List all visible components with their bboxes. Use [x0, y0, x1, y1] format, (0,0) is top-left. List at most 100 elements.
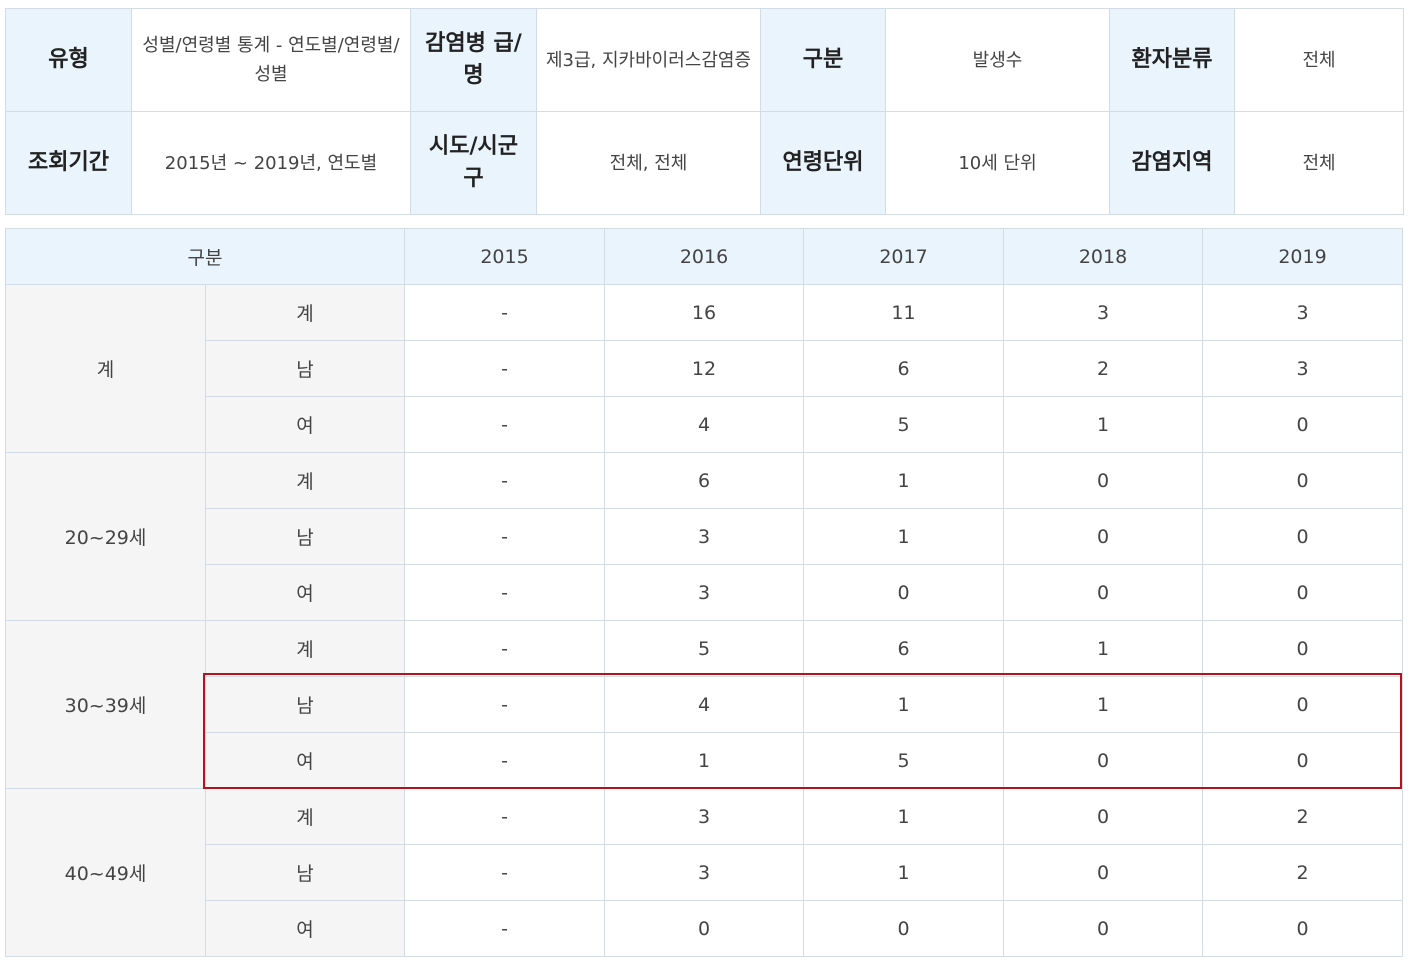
value-cell: 1 [803, 508, 1004, 565]
disease-value: 제3급, 지카바이러스감염증 [536, 8, 761, 112]
sex-cell: 남 [205, 508, 405, 565]
table-row: 남-3102 [6, 844, 1403, 901]
value-cell: - [404, 620, 605, 677]
sex-cell: 계 [205, 284, 405, 341]
age-group-cell: 계 [5, 284, 206, 453]
search-conditions-table: 유형 성별/연령별 통계 - 연도별/연령별/성별 감염병 급/명 제3급, 지… [5, 8, 1404, 215]
column-header-year: 2015 [404, 228, 605, 285]
value-cell: 0 [1202, 900, 1403, 957]
value-cell: 0 [1202, 676, 1403, 733]
table-row: 남-4110 [6, 676, 1403, 733]
value-cell: 1 [803, 844, 1004, 901]
value-cell: 0 [604, 900, 804, 957]
age-group-cell: 40~49세 [5, 788, 206, 957]
value-cell: - [404, 788, 605, 845]
value-cell: - [404, 284, 605, 341]
value-cell: 2 [1202, 788, 1403, 845]
value-cell: 1 [803, 788, 1004, 845]
period-label: 조회기간 [5, 111, 132, 215]
value-cell: 1 [604, 732, 804, 789]
value-cell: 0 [1003, 788, 1203, 845]
age-unit-label: 연령단위 [760, 111, 886, 215]
value-cell: 6 [604, 452, 804, 509]
value-cell: 2 [1003, 340, 1203, 397]
value-cell: 0 [1003, 844, 1203, 901]
sex-cell: 남 [205, 340, 405, 397]
sex-cell: 남 [205, 844, 405, 901]
category-value: 발생수 [885, 8, 1110, 112]
value-cell: 0 [1202, 452, 1403, 509]
value-cell: 3 [604, 508, 804, 565]
conditions-row-2: 조회기간 2015년 ~ 2019년, 연도별 시도/시군구 전체, 전체 연령… [5, 111, 1404, 215]
value-cell: 3 [604, 788, 804, 845]
value-cell: - [404, 452, 605, 509]
sex-cell: 여 [205, 564, 405, 621]
value-cell: 0 [1202, 396, 1403, 453]
period-value: 2015년 ~ 2019년, 연도별 [131, 111, 411, 215]
column-header-year: 2016 [604, 228, 804, 285]
region-value: 전체, 전체 [536, 111, 761, 215]
table-row: 남-3100 [6, 508, 1403, 565]
column-header-category: 구분 [5, 228, 405, 285]
infection-region-label: 감염지역 [1109, 111, 1235, 215]
value-cell: 1 [1003, 676, 1203, 733]
sex-cell: 계 [205, 452, 405, 509]
value-cell: - [404, 396, 605, 453]
value-cell: 0 [1003, 900, 1203, 957]
value-cell: 12 [604, 340, 804, 397]
value-cell: 4 [604, 396, 804, 453]
value-cell: 11 [803, 284, 1004, 341]
value-cell: 5 [803, 732, 1004, 789]
value-cell: 0 [1202, 620, 1403, 677]
value-cell: 0 [803, 900, 1004, 957]
value-cell: 0 [1202, 508, 1403, 565]
region-label: 시도/시군구 [410, 111, 537, 215]
conditions-row-1: 유형 성별/연령별 통계 - 연도별/연령별/성별 감염병 급/명 제3급, 지… [5, 8, 1404, 112]
column-header-year: 2019 [1202, 228, 1403, 285]
infection-region-value: 전체 [1234, 111, 1404, 215]
column-header-year: 2018 [1003, 228, 1203, 285]
value-cell: 0 [1003, 508, 1203, 565]
value-cell: 6 [803, 340, 1004, 397]
patient-class-label: 환자분류 [1109, 8, 1235, 112]
value-cell: 0 [1202, 564, 1403, 621]
sex-cell: 여 [205, 732, 405, 789]
column-header-year: 2017 [803, 228, 1004, 285]
value-cell: 1 [1003, 620, 1203, 677]
age-group-cell: 30~39세 [5, 620, 206, 789]
value-cell: 0 [803, 564, 1004, 621]
table-row: 여-4510 [6, 396, 1403, 453]
value-cell: 3 [1202, 340, 1403, 397]
value-cell: - [404, 900, 605, 957]
value-cell: 3 [1003, 284, 1203, 341]
value-cell: 0 [1003, 452, 1203, 509]
sex-cell: 계 [205, 788, 405, 845]
table-row: 남 -12 6 2 3 [6, 340, 1403, 397]
statistics-table: 구분 2015 2016 2017 2018 2019 계 계 -16 11 3 3 남 -1… [5, 228, 1403, 957]
value-cell: - [404, 564, 605, 621]
disease-label: 감염병 급/명 [410, 8, 537, 112]
sex-cell: 남 [205, 676, 405, 733]
age-group-cell: 20~29세 [5, 452, 206, 621]
type-label: 유형 [5, 8, 132, 112]
value-cell: 3 [1202, 284, 1403, 341]
table-row: 30~39세 계 -5 6 1 0 [5, 620, 1403, 789]
sex-cell: 계 [205, 620, 405, 677]
value-cell: - [404, 340, 605, 397]
table-row: 여-0000 [6, 900, 1403, 957]
value-cell: 3 [604, 564, 804, 621]
table-row: 여-1500 [6, 732, 1403, 789]
value-cell: 5 [604, 620, 804, 677]
table-header-row: 구분 2015 2016 2017 2018 2019 [5, 228, 1403, 285]
value-cell: - [404, 676, 605, 733]
value-cell: 1 [803, 452, 1004, 509]
value-cell: 0 [1003, 732, 1203, 789]
sex-cell: 여 [205, 396, 405, 453]
value-cell: - [404, 508, 605, 565]
patient-class-value: 전체 [1234, 8, 1404, 112]
sex-cell: 여 [205, 900, 405, 957]
value-cell: 4 [604, 676, 804, 733]
table-row: 계 계 -16 11 3 3 [5, 284, 1403, 453]
value-cell: 3 [604, 844, 804, 901]
age-unit-value: 10세 단위 [885, 111, 1110, 215]
